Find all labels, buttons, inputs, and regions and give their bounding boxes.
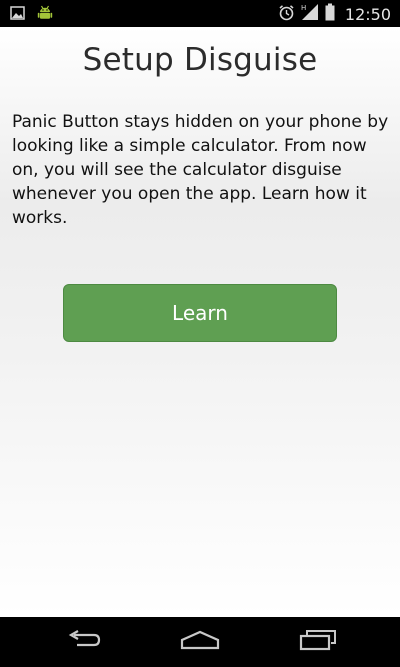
svg-text:H: H <box>301 4 306 12</box>
setup-disguise-screen: Setup Disguise Panic Button stays hidden… <box>0 27 400 617</box>
home-icon <box>180 630 220 655</box>
image-notification-icon <box>10 6 25 25</box>
system-status-area: H 12:50 <box>278 3 391 26</box>
recent-apps-icon <box>299 629 337 656</box>
status-bar: H 12:50 <box>0 0 400 27</box>
back-icon <box>65 629 101 655</box>
battery-icon <box>325 3 335 26</box>
notification-area <box>10 5 53 26</box>
disguise-description: Panic Button stays hidden on your phone … <box>12 112 389 228</box>
navigation-bar <box>0 617 400 667</box>
back-button[interactable] <box>43 617 123 667</box>
home-button[interactable] <box>160 617 240 667</box>
page-title: Setup Disguise <box>82 42 318 78</box>
recent-apps-button[interactable] <box>278 617 358 667</box>
android-notification-icon <box>37 5 53 26</box>
alarm-icon <box>278 4 295 26</box>
signal-icon: H <box>301 3 319 26</box>
learn-button[interactable]: Learn <box>63 284 337 342</box>
status-time: 12:50 <box>344 5 391 24</box>
